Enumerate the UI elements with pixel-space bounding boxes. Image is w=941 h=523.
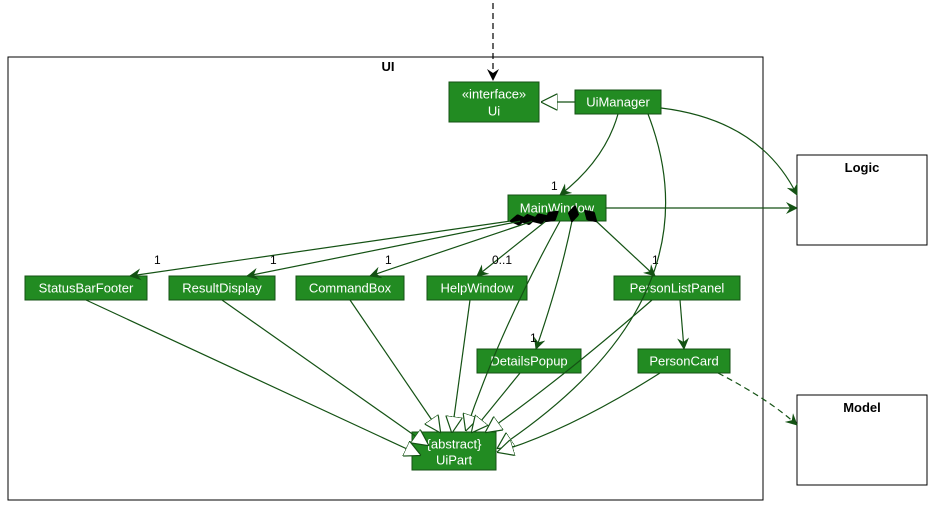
- edge-resultdisplay-uipart: [222, 300, 428, 445]
- node-ui-interface: «interface» Ui: [449, 82, 539, 122]
- svg-text:DetailsPopup: DetailsPopup: [490, 353, 567, 368]
- edge-commandbox-uipart: [350, 300, 440, 432]
- node-command-box: CommandBox: [296, 276, 404, 300]
- mult-statusbar: 1: [154, 253, 161, 267]
- svg-text:ResultDisplay: ResultDisplay: [182, 280, 262, 295]
- svg-text:UiManager: UiManager: [586, 94, 650, 109]
- edge-mainwindow-resultdisplay: [247, 221, 521, 276]
- edge-statusbar-uipart: [86, 300, 420, 455]
- node-result-display: ResultDisplay: [169, 276, 275, 300]
- edge-uimanager-mainwindow: [560, 114, 618, 195]
- node-ui-manager: UiManager: [575, 90, 661, 114]
- edge-uimanager-logic: [661, 108, 797, 195]
- svg-text:{abstract}: {abstract}: [427, 436, 483, 451]
- mult-resultdisplay: 1: [270, 253, 277, 267]
- edge-personcard-model: [718, 373, 797, 425]
- edge-detailspopup-uipart: [472, 373, 520, 432]
- svg-text:StatusBarFooter: StatusBarFooter: [39, 280, 134, 295]
- node-help-window: HelpWindow: [427, 276, 527, 300]
- node-status-bar-footer: StatusBarFooter: [25, 276, 147, 300]
- node-person-list-panel: PersonListPanel: [614, 276, 740, 300]
- package-ui-label: UI: [382, 59, 395, 74]
- svg-text:PersonListPanel: PersonListPanel: [630, 280, 725, 295]
- edge-mainwindow-personlist: [596, 221, 655, 276]
- mult-commandbox: 1: [385, 253, 392, 267]
- node-ui-part: {abstract} UiPart: [412, 432, 496, 470]
- node-main-window: MainWindow: [508, 195, 606, 221]
- edge-mainwindow-detailspopup: [536, 221, 572, 349]
- edge-personcard-uipart: [498, 373, 660, 452]
- edge-mainwindow-uipart: [466, 221, 560, 430]
- svg-text:HelpWindow: HelpWindow: [441, 280, 515, 295]
- edge-mainwindow-statusbar: [130, 221, 511, 276]
- node-person-card: PersonCard: [638, 349, 730, 373]
- svg-text:UiPart: UiPart: [436, 452, 473, 467]
- package-logic-label: Logic: [845, 160, 880, 175]
- edge-personlist-personcard: [680, 300, 684, 349]
- mult-detailspopup: 1: [530, 331, 537, 345]
- svg-text:MainWindow: MainWindow: [520, 200, 595, 215]
- svg-text:Ui: Ui: [488, 103, 500, 118]
- mult-mainwindow: 1: [551, 179, 558, 193]
- edge-helpwindow-uipart: [452, 300, 470, 432]
- svg-text:CommandBox: CommandBox: [309, 280, 392, 295]
- svg-text:PersonCard: PersonCard: [649, 353, 718, 368]
- uml-diagram: UI Logic Model «interface» Ui UiManager …: [0, 0, 941, 523]
- package-model-label: Model: [843, 400, 881, 415]
- mult-helpwindow: 0..1: [492, 253, 512, 267]
- svg-text:«interface»: «interface»: [462, 86, 526, 101]
